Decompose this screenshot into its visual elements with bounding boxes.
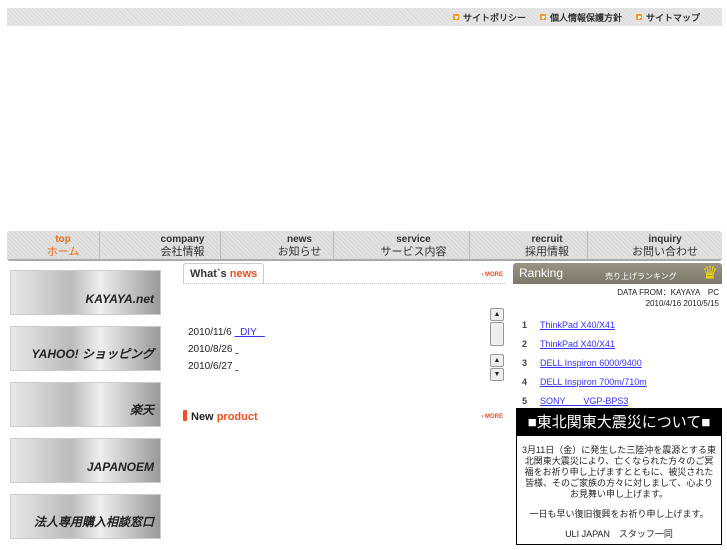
nav-label-jp: お問い合わせ xyxy=(632,246,698,258)
nav-home[interactable]: top ホーム xyxy=(7,231,100,259)
ranking-header: Ranking 売り上げランキング ♛ xyxy=(513,263,722,284)
rank-number: 5 xyxy=(522,395,528,406)
news-tab: What`s news xyxy=(183,263,265,284)
ranking-title: Ranking xyxy=(519,266,564,280)
ranking-section: Ranking 売り上げランキング ♛ DATA FROM：KAYAYA PC … xyxy=(513,263,722,410)
utility-bar: サイトポリシー 個人情報保護方針 サイトマップ xyxy=(7,8,722,26)
earthquake-notice: ■東北関東大震災について■ 3月11日（金）に発生した三陸沖を震源とする東北関東… xyxy=(516,408,722,545)
news-date: 2010/8/26 xyxy=(188,344,233,355)
nav-label-jp: 会社情報 xyxy=(160,246,205,258)
rank-number: 4 xyxy=(522,376,528,387)
news-date: 2010/6/27 xyxy=(188,361,233,372)
rank-link[interactable]: ThinkPad X40/X41 xyxy=(540,320,615,330)
nav-news[interactable]: news お知らせ xyxy=(221,231,334,259)
banner-list: KAYAYA.net YAHOO! ショッピング 楽天 JAPANOEM 法人専… xyxy=(10,270,161,550)
nav-label-en: inquiry xyxy=(648,234,682,245)
news-scrollbar[interactable]: ▲ ▲ ▼ xyxy=(490,308,504,382)
ranking-list: 1 ThinkPad X40/X41 2 ThinkPad X40/X41 3 DEL… xyxy=(513,315,722,410)
nav-label-en: news xyxy=(286,234,312,245)
news-more-link[interactable]: › MORE xyxy=(481,272,503,278)
nav-company[interactable]: company 会社情報 xyxy=(100,231,221,259)
news-link[interactable] xyxy=(235,358,273,375)
main-nav: top ホーム company 会社情報 news お知らせ service サービス内… xyxy=(7,231,722,261)
ranking-item: 2 ThinkPad X40/X41 xyxy=(513,334,722,353)
corporate-banner[interactable]: 法人専用購入相談窓口 xyxy=(10,494,161,539)
news-list: 2010/11/6 DIY 2010/8/26 2010/6/27 xyxy=(188,324,273,375)
news-link[interactable]: DIY xyxy=(235,324,273,341)
ranking-item: 4 DELL Inspiron 700m/710m xyxy=(513,372,722,391)
site-policy-link[interactable]: サイトポリシー xyxy=(452,11,526,24)
rank-link[interactable]: DELL Inspiron 700m/710m xyxy=(540,377,647,387)
bullet-icon xyxy=(539,14,546,20)
news-title-accent: news xyxy=(229,268,258,280)
section-marker-icon xyxy=(183,410,187,421)
news-item: 2010/6/27 xyxy=(188,358,273,375)
news-date: 2010/11/6 xyxy=(188,327,232,338)
news-item: 2010/11/6 DIY xyxy=(188,324,273,341)
rank-link[interactable]: SONY VGP-BPS3 xyxy=(540,394,628,407)
nav-label-en: company xyxy=(160,234,205,245)
privacy-policy-link[interactable]: 個人情報保護方針 xyxy=(539,11,622,24)
ranking-subtitle: 売り上げランキング xyxy=(605,272,677,281)
notice-title: ■東北関東大震災について■ xyxy=(517,409,721,436)
banner-label: YAHOO! ショッピング xyxy=(31,347,154,361)
banner-label: KAYAYA.net xyxy=(85,292,154,306)
news-link[interactable] xyxy=(235,341,273,358)
nav-label-jp: ホーム xyxy=(46,246,80,258)
notice-text: 一日も早い復旧復興をお祈り申し上げます。 xyxy=(529,509,709,519)
nav-label-jp: サービス内容 xyxy=(380,246,447,258)
banner-label: JAPANOEM xyxy=(86,460,154,474)
nav-label-en: service xyxy=(396,234,431,245)
notice-signature: ULI JAPAN スタッフ一同 xyxy=(565,529,673,539)
scroll-up-icon[interactable]: ▲ xyxy=(490,308,504,321)
ranking-period: 2010/4/16 2010/5/15 xyxy=(645,299,719,308)
nav-label-en: top xyxy=(55,234,71,245)
nav-label-jp: 採用情報 xyxy=(525,246,569,258)
banner-label: 法人専用購入相談窓口 xyxy=(33,515,154,529)
product-more-link[interactable]: › MORE xyxy=(481,414,503,420)
new-product-header: New product › MORE xyxy=(183,410,505,423)
nav-recruit[interactable]: recruit 採用情報 xyxy=(470,231,588,259)
crown-icon: ♛ xyxy=(701,263,718,283)
notice-text: 3月11日（金）に発生した三陸沖を震源とする東北関東大震災により、亡くなられた方… xyxy=(521,445,717,499)
rank-link[interactable]: ThinkPad X40/X41 xyxy=(540,339,615,349)
nav-label-jp: お知らせ xyxy=(277,246,322,258)
product-title: New xyxy=(191,411,217,423)
news-section: What`s news › MORE 2010/11/6 DIY 2010/8/… xyxy=(183,263,505,423)
rank-number: 3 xyxy=(522,357,528,368)
kayaya-banner[interactable]: KAYAYA.net xyxy=(10,270,161,315)
scroll-thumb[interactable] xyxy=(490,322,504,346)
scroll-up-icon[interactable]: ▲ xyxy=(490,354,504,367)
rank-number: 1 xyxy=(522,319,528,330)
japanoem-banner[interactable]: JAPANOEM xyxy=(10,438,161,483)
news-title: What`s xyxy=(190,268,230,280)
nav-inquiry[interactable]: inquiry お問い合わせ xyxy=(588,231,722,259)
rank-link[interactable]: DELL Inspiron 6000/9400 xyxy=(540,358,642,368)
sitemap-link[interactable]: サイトマップ xyxy=(635,11,700,24)
bullet-icon xyxy=(635,14,642,20)
ranking-item: 3 DELL Inspiron 6000/9400 xyxy=(513,353,722,372)
ranking-source: DATA FROM：KAYAYA PC xyxy=(617,288,719,297)
rakuten-banner[interactable]: 楽天 xyxy=(10,382,161,427)
nav-service[interactable]: service サービス内容 xyxy=(334,231,470,259)
product-title-accent: product xyxy=(216,411,258,423)
nav-label-en: recruit xyxy=(531,234,563,245)
scroll-down-icon[interactable]: ▼ xyxy=(490,368,504,381)
rank-number: 2 xyxy=(522,338,528,349)
ranking-item: 1 ThinkPad X40/X41 xyxy=(513,315,722,334)
bullet-icon xyxy=(452,14,459,20)
yahoo-shopping-banner[interactable]: YAHOO! ショッピング xyxy=(10,326,161,371)
banner-label: 楽天 xyxy=(129,403,154,417)
news-item: 2010/8/26 xyxy=(188,341,273,358)
